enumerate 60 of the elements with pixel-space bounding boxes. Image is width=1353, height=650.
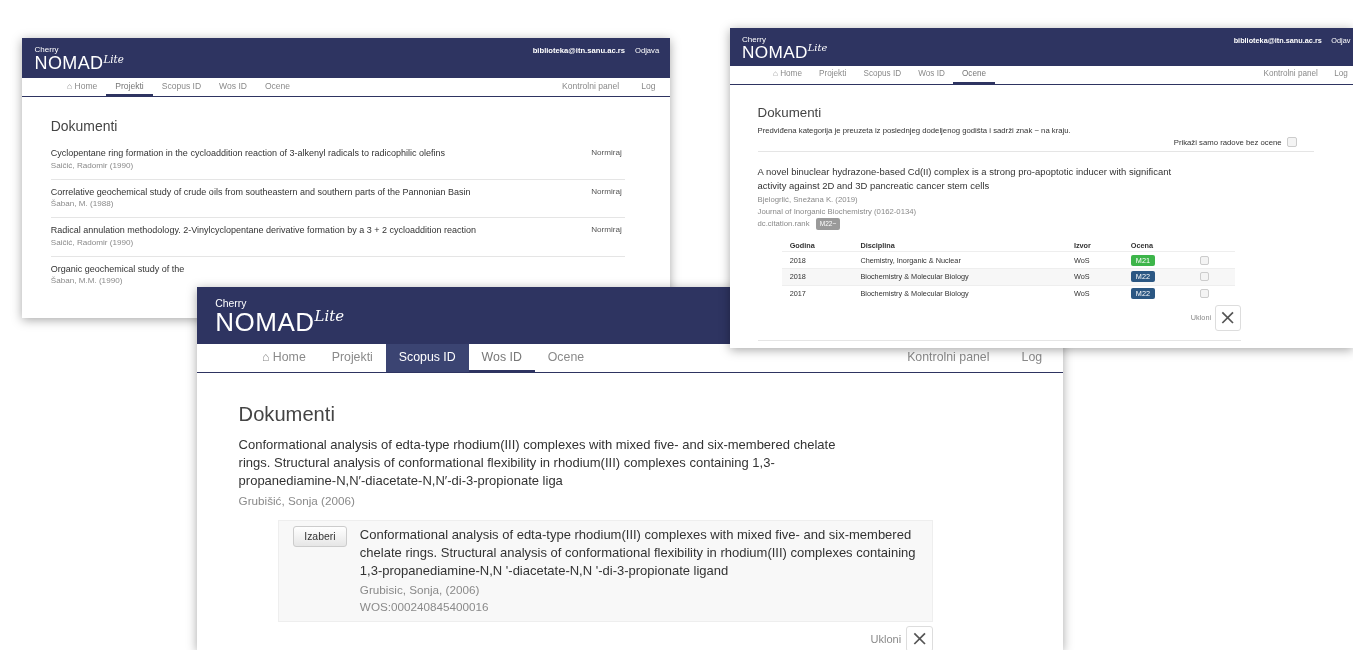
remove-button[interactable] bbox=[1214, 304, 1242, 332]
close-icon bbox=[1221, 311, 1235, 325]
nav-tab[interactable]: Wos ID bbox=[210, 77, 256, 97]
logo-wordmark: NOMAD bbox=[215, 309, 315, 336]
nav-tab[interactable]: Wos ID bbox=[909, 65, 954, 84]
close-icon bbox=[913, 632, 927, 646]
nav-tab[interactable]: Projekti bbox=[810, 65, 855, 84]
nav-tab[interactable]: ⌂ Home bbox=[58, 77, 107, 97]
nav-tab[interactable]: Scopus ID bbox=[152, 77, 211, 97]
normalize-link[interactable]: Normiraj bbox=[591, 225, 622, 247]
nav-link[interactable]: Kontrolni panel bbox=[875, 344, 990, 372]
nav-tab[interactable]: Wos ID bbox=[468, 344, 535, 372]
logo-wordmark: NOMAD bbox=[742, 43, 808, 61]
nav-tab[interactable]: ⌂ Home bbox=[764, 65, 811, 84]
document-title[interactable]: Organic geochemical study of the bbox=[50, 264, 185, 275]
logo-superscript: Lite bbox=[314, 306, 345, 325]
logo-wordmark: NOMAD bbox=[34, 54, 104, 73]
document-author: Grubišić, Sonja (2006) bbox=[238, 493, 356, 507]
nav-tab[interactable]: Ocene bbox=[255, 77, 300, 97]
remove-label: Ukloni bbox=[870, 633, 902, 646]
document-title[interactable]: Radical annulation methodology. 2-Vinylcyclopentane derivative formation by a 3 + 2 cycloaddition reaction bbox=[50, 225, 476, 236]
normalize-link[interactable]: Normiraj bbox=[591, 148, 622, 170]
document-title: Conformational analysis of edta-type rhodium(III) complexes with mixed five- and six-membered chelate rings. Structural analysis of conformational flexibility in rhodium(III) complexes containing 1,3-propanediamine-N,N′-diacetate-N,N′-di-3-propionate liga bbox=[238, 435, 837, 491]
logo-subtitle: Cherry bbox=[215, 298, 248, 310]
candidate-id: WOS:000240845400016 bbox=[359, 599, 490, 616]
candidate-title: Conformational analysis of edta-type rhodium(III) complexes with mixed five- and six-membered chelate rings. Structural analysis of conformational flexibility in rhodium(III) complexes containing 1,3-propanediamine-N,N '-diacetate-N,N '-di-3-propionate ligand bbox=[359, 526, 917, 581]
remove-button[interactable] bbox=[906, 625, 933, 650]
checkbox[interactable] bbox=[1200, 255, 1209, 265]
section-heading: Dokumenti bbox=[50, 118, 119, 135]
nav-tab[interactable]: Ocene bbox=[953, 65, 995, 84]
document-author: Saičić, Radomir (1990) bbox=[50, 237, 135, 247]
checkbox[interactable] bbox=[1200, 288, 1209, 298]
document-title: A novel binuclear hydrazone-based Cd(II) complex is a strong pro-apoptotic inducer with significant activity against 2D and 3D pancreatic cancer stem cells bbox=[757, 164, 1173, 194]
nav-link[interactable]: Kontrolni panel bbox=[539, 77, 620, 97]
section-heading: Dokumenti bbox=[238, 402, 336, 426]
logo-superscript: Lite bbox=[807, 42, 828, 54]
nav-tab[interactable]: Ocene bbox=[534, 344, 598, 372]
document-title[interactable]: Correlative geochemical study of crude oils from southeastern and southern parts of the Pannonian Basin bbox=[50, 186, 471, 197]
document-author: Šaban, M.M. (1990) bbox=[50, 276, 124, 286]
document-author: Saičić, Radomir (1990) bbox=[50, 160, 135, 170]
nav-tab[interactable]: ⌂ Home bbox=[249, 344, 319, 372]
nav-link[interactable]: Log bbox=[619, 77, 656, 97]
nav-tab[interactable]: Projekti bbox=[106, 77, 153, 97]
nav-link[interactable]: Log bbox=[1317, 65, 1348, 84]
nav-link[interactable]: Kontrolni panel bbox=[1247, 65, 1318, 84]
document-author: Šaban, M. (1988) bbox=[50, 199, 115, 209]
candidate-author: Grubisic, Sonja, (2006) bbox=[359, 581, 481, 598]
logo-superscript: Lite bbox=[103, 52, 124, 65]
checkbox[interactable] bbox=[1286, 136, 1298, 148]
section-heading: Dokumenti bbox=[757, 104, 823, 120]
nav-tab[interactable]: Scopus ID bbox=[385, 344, 469, 372]
nav-tab[interactable]: Projekti bbox=[318, 344, 386, 372]
document-title[interactable]: Cyclopentane ring formation in the cycloaddition reaction of 3-alkenyl radicals to radicophilic olefins bbox=[50, 148, 445, 159]
nav-link[interactable]: Log bbox=[989, 344, 1043, 372]
checkbox[interactable] bbox=[1200, 272, 1209, 282]
logo-subtitle: Cherry bbox=[742, 35, 768, 44]
nav-tab[interactable]: Scopus ID bbox=[854, 65, 910, 84]
normalize-link[interactable]: Normiraj bbox=[591, 186, 622, 209]
select-button[interactable]: Izaberi bbox=[292, 526, 347, 547]
logo-subtitle: Cherry bbox=[34, 46, 60, 55]
